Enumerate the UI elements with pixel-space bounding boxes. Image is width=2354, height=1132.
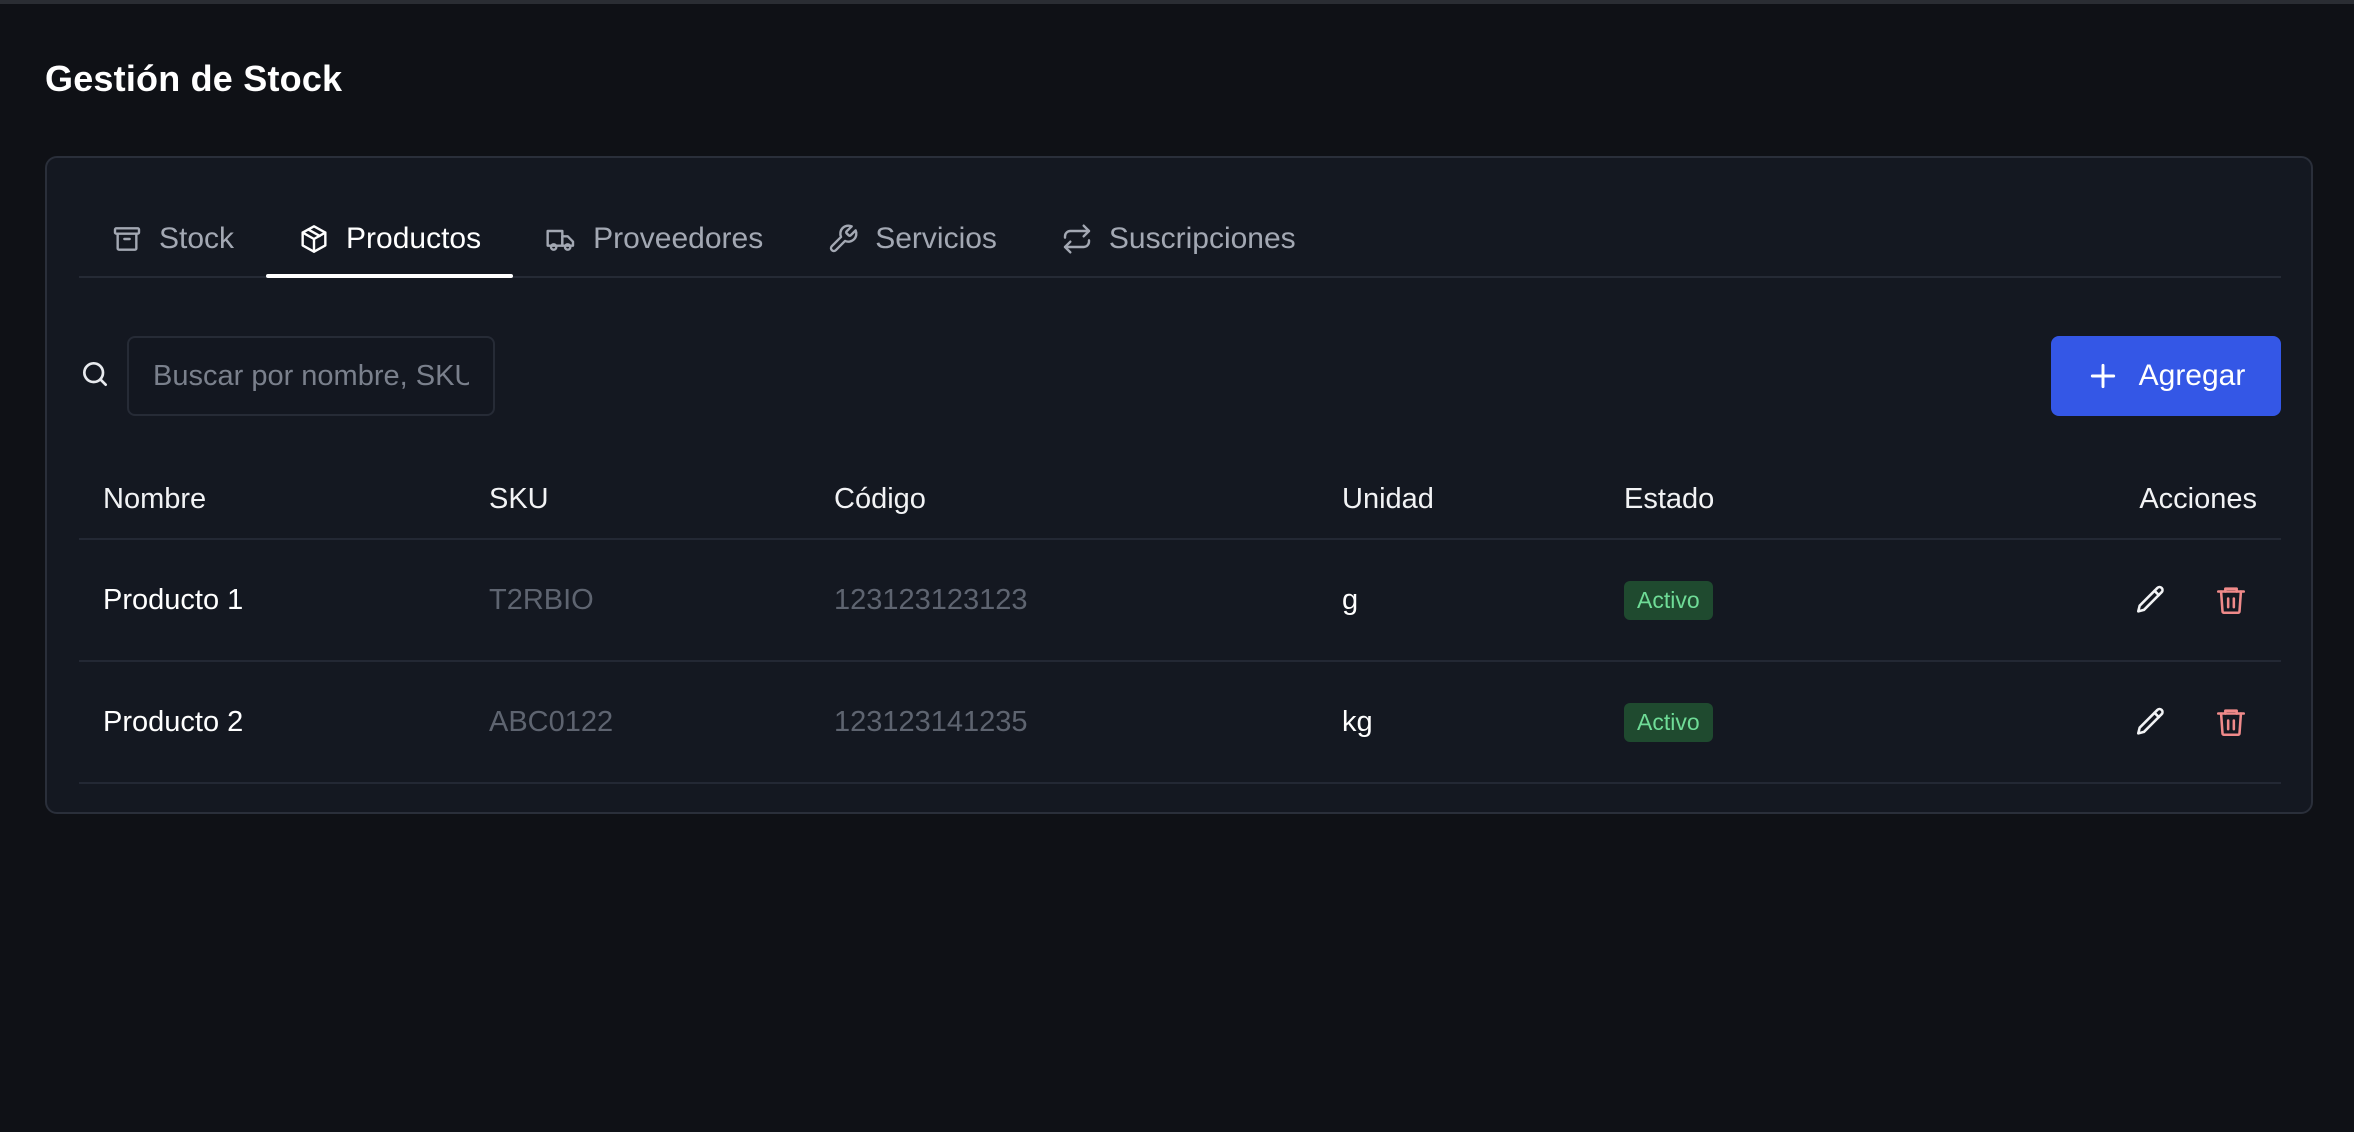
- add-button[interactable]: Agregar: [2051, 336, 2281, 416]
- column-header-acciones: Acciones: [2139, 482, 2257, 515]
- status-badge: Activo: [1624, 580, 1713, 620]
- tab-stock[interactable]: Stock: [79, 202, 266, 276]
- cell-unidad: g: [1342, 583, 1359, 616]
- plus-icon: [2087, 360, 2119, 392]
- search-icon: [79, 358, 111, 390]
- cell-codigo: 123123141235: [834, 705, 1028, 738]
- tab-stock-label: Stock: [159, 222, 235, 255]
- delete-button[interactable]: [2209, 578, 2253, 622]
- cell-sku: T2RBIO: [489, 583, 594, 616]
- tab-suscripciones-label: Suscripciones: [1108, 222, 1296, 255]
- archive-icon: [111, 223, 143, 255]
- cell-estado: Activo: [1624, 540, 1713, 660]
- edit-button[interactable]: [2129, 578, 2173, 622]
- row-actions: [2129, 540, 2253, 660]
- products-table: Nombre SKU Código Unidad Estado Acciones…: [79, 460, 2281, 784]
- column-header-estado[interactable]: Estado: [1624, 460, 1714, 538]
- page-title: Gestión de Stock: [45, 58, 343, 99]
- column-header-unidad[interactable]: Unidad: [1342, 460, 1434, 538]
- pencil-icon: [2136, 707, 2164, 735]
- table-header-row: Nombre SKU Código Unidad Estado Acciones: [79, 460, 2281, 540]
- repeat-icon: [1061, 223, 1093, 255]
- tab-productos[interactable]: Productos: [266, 202, 514, 278]
- table-row[interactable]: Producto 1 T2RBIO 123123123123 g Activo: [79, 540, 2281, 662]
- add-button-label: Agregar: [2138, 359, 2246, 392]
- edit-button[interactable]: [2129, 700, 2173, 744]
- delete-button[interactable]: [2209, 700, 2253, 744]
- cell-unidad: kg: [1342, 705, 1373, 738]
- tab-productos-label: Productos: [346, 222, 482, 255]
- column-header-sku[interactable]: SKU: [489, 460, 549, 538]
- column-header-nombre[interactable]: Nombre: [103, 460, 206, 538]
- tab-servicios-label: Servicios: [875, 222, 997, 255]
- tab-proveedores-label: Proveedores: [593, 222, 764, 255]
- search-input[interactable]: [127, 336, 495, 416]
- truck-icon: [545, 223, 577, 255]
- cell-estado: Activo: [1624, 662, 1713, 782]
- wrench-icon: [827, 223, 859, 255]
- cell-sku: ABC0122: [489, 705, 614, 738]
- tab-suscripciones[interactable]: Suscripciones: [1029, 202, 1328, 276]
- cell-codigo: 123123123123: [834, 583, 1028, 616]
- package-icon: [298, 223, 330, 255]
- trash-icon: [2216, 587, 2246, 615]
- cell-nombre: Producto 2: [103, 705, 244, 738]
- trash-icon: [2216, 709, 2246, 737]
- cell-nombre: Producto 1: [103, 583, 244, 616]
- table-row[interactable]: Producto 2 ABC0122 123123141235 kg Activ…: [79, 662, 2281, 784]
- main-card: Stock Productos Proveedores Servicios Su…: [45, 156, 2313, 814]
- tab-bar: Stock Productos Proveedores Servicios Su…: [79, 202, 2281, 278]
- row-actions: [2129, 662, 2253, 782]
- toolbar: Agregar: [79, 336, 2281, 416]
- pencil-icon: [2136, 585, 2164, 613]
- window-top-border: [0, 0, 2354, 4]
- column-header-codigo[interactable]: Código: [834, 460, 926, 538]
- tab-servicios[interactable]: Servicios: [795, 202, 1029, 276]
- tab-proveedores[interactable]: Proveedores: [513, 202, 795, 276]
- status-badge: Activo: [1624, 702, 1713, 742]
